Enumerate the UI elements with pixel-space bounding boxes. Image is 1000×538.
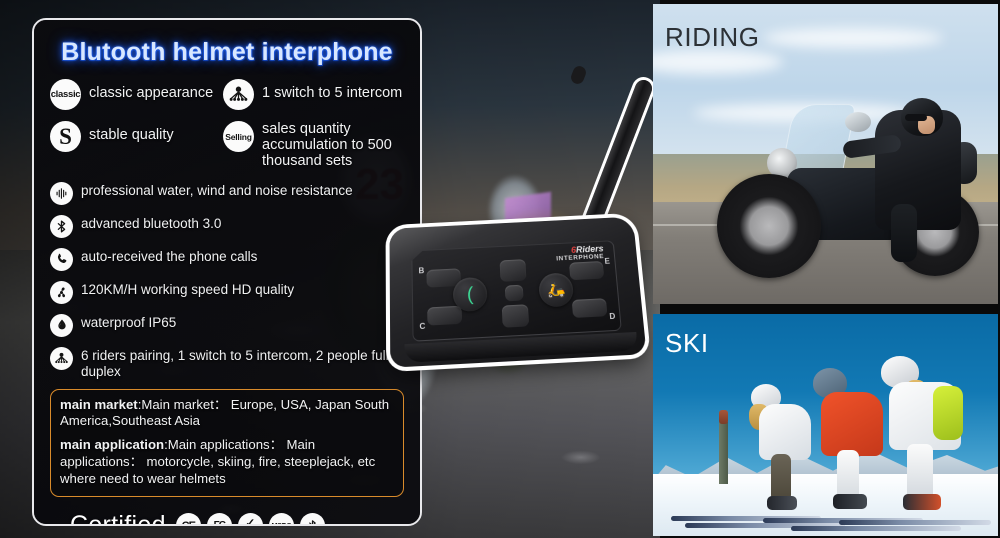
device-antenna-tip bbox=[569, 64, 588, 86]
feature-text: 6 riders pairing, 1 switch to 5 intercom… bbox=[81, 347, 389, 379]
ski-boot bbox=[767, 496, 797, 510]
intercom-network-icon bbox=[223, 79, 254, 110]
rider-leg bbox=[891, 204, 917, 262]
certified-label: Certified bbox=[70, 511, 166, 526]
classic-badge-icon: classic bbox=[50, 79, 81, 110]
feature-text: waterproof IP65 bbox=[81, 314, 177, 330]
ski-pants bbox=[771, 454, 791, 502]
fan-icon bbox=[50, 280, 73, 304]
feature-item-water-wind-noise: professional water, wind and noise resis… bbox=[50, 181, 404, 205]
bluetooth-mark-icon bbox=[299, 513, 325, 524]
rider-sunglasses bbox=[905, 114, 927, 121]
feature-item-bluetooth: advanced bluetooth 3.0 bbox=[50, 214, 404, 238]
stable-quality-icon: S bbox=[50, 121, 81, 152]
fcc-mark-icon: FC bbox=[206, 513, 232, 524]
bluetooth-icon bbox=[50, 214, 73, 238]
motorcycle-with-rider bbox=[715, 96, 985, 286]
rohs-mark-icon: ✓ RoHS bbox=[237, 513, 263, 526]
feature-text: advanced bluetooth 3.0 bbox=[81, 215, 222, 231]
certification-row: Certified CE FC ✓ RoHS MSDS bbox=[70, 511, 406, 526]
button-up[interactable] bbox=[500, 259, 527, 282]
badge-row: classic classic appearance 1 switch to 5… bbox=[50, 79, 404, 110]
main-application-label: main application bbox=[60, 437, 165, 453]
feature-list: professional water, wind and noise resis… bbox=[48, 181, 406, 380]
feature-text: 120KM/H working speed HD quality bbox=[81, 281, 295, 297]
skis-group bbox=[671, 516, 991, 532]
button-d-label: D bbox=[609, 311, 616, 322]
phone-icon bbox=[50, 247, 73, 271]
badge-stable-quality: S stable quality bbox=[50, 121, 223, 152]
badge-grid: classic classic appearance 1 switch to 5… bbox=[48, 79, 406, 170]
check-icon: ✓ bbox=[245, 516, 256, 526]
trail-marker-pole bbox=[719, 422, 728, 484]
button-d[interactable] bbox=[572, 298, 608, 318]
info-panel: Blutooth helmet interphone classic class… bbox=[32, 18, 422, 526]
feature-item-phone-calls: auto-received the phone calls bbox=[50, 247, 404, 271]
button-down[interactable] bbox=[502, 304, 529, 327]
device-front-face: 6Riders INTERPHONE B C E D ( 🛵 bbox=[411, 240, 622, 341]
mirror bbox=[845, 112, 871, 132]
product-device-photo: 6Riders INTERPHONE B C E D ( 🛵 bbox=[372, 58, 662, 428]
phone-call-button[interactable]: ( bbox=[453, 277, 488, 312]
main-market-label: main market bbox=[60, 396, 138, 412]
ce-mark-icon: CE bbox=[175, 513, 201, 524]
selling-badge-icon: Selling bbox=[223, 121, 254, 152]
motorcycle-icon: 🛵 bbox=[546, 281, 566, 299]
feature-item-waterproof: waterproof IP65 bbox=[50, 313, 404, 337]
sound-wave-icon bbox=[50, 181, 73, 205]
front-wheel bbox=[717, 174, 821, 278]
riding-photo-panel: RIDING bbox=[653, 4, 998, 304]
skier-right bbox=[867, 356, 971, 514]
ski-label: SKI bbox=[665, 328, 709, 358]
button-c-label: C bbox=[419, 321, 426, 332]
phone-icon: ( bbox=[466, 283, 474, 305]
feature-item-riders-pairing: 6 riders pairing, 1 switch to 5 intercom… bbox=[50, 346, 404, 380]
ski-boot bbox=[833, 494, 867, 509]
button-center-small[interactable] bbox=[505, 285, 524, 302]
badge-row: S stable quality Selling sales quantity … bbox=[50, 121, 404, 170]
device-brand: 6Riders INTERPHONE bbox=[555, 245, 604, 263]
page-title: Blutooth helmet interphone bbox=[61, 38, 393, 66]
riding-label: RIDING bbox=[665, 22, 760, 52]
ski-photo-panel: SKI bbox=[653, 314, 998, 536]
water-drop-icon bbox=[50, 313, 73, 337]
feature-text: auto-received the phone calls bbox=[81, 248, 258, 264]
msds-mark-icon: MSDS bbox=[268, 513, 294, 524]
button-c[interactable] bbox=[427, 306, 462, 326]
safety-vest bbox=[933, 386, 963, 440]
button-e-label: E bbox=[604, 256, 611, 266]
feature-item-working-speed: 120KM/H working speed HD quality bbox=[50, 280, 404, 304]
cloud bbox=[763, 28, 943, 48]
trail-marker-top bbox=[719, 410, 728, 424]
feature-text: professional water, wind and noise resis… bbox=[81, 182, 353, 198]
badge-label: stable quality bbox=[89, 127, 174, 143]
device-body: 6Riders INTERPHONE B C E D ( 🛵 bbox=[389, 216, 647, 368]
badge-classic-appearance: classic classic appearance bbox=[50, 79, 223, 110]
ski-boot bbox=[903, 494, 941, 510]
button-b-label: B bbox=[418, 266, 425, 276]
badge-label: classic appearance bbox=[89, 85, 214, 101]
ski bbox=[791, 526, 961, 531]
market-application-box: main market:Main market： Europe, USA, Ja… bbox=[50, 388, 404, 497]
ski bbox=[839, 520, 991, 525]
product-banner: 23 Blutooth helmet interphone classic cl… bbox=[0, 0, 1000, 538]
main-application-paragraph: main application:Main applications： Main… bbox=[60, 437, 394, 488]
intercom-button[interactable]: 🛵 bbox=[538, 272, 574, 307]
main-market-paragraph: main market:Main market： Europe, USA, Ja… bbox=[60, 397, 394, 431]
intercom-network-icon bbox=[50, 346, 73, 370]
button-e[interactable] bbox=[569, 261, 604, 280]
